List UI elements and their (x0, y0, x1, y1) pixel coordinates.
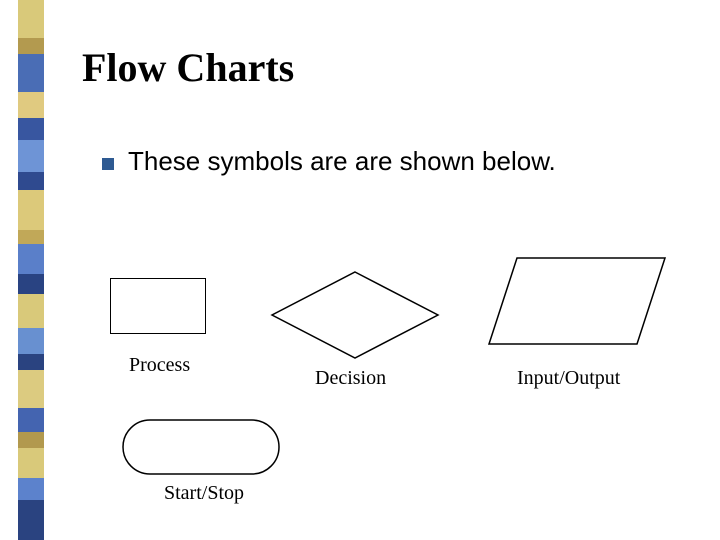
sidebar-block (18, 294, 44, 328)
startstop-label: Start/Stop (164, 482, 244, 505)
body-text: These symbols are are shown below. (128, 146, 556, 177)
io-parallelogram-shape (487, 256, 667, 346)
decision-label: Decision (315, 367, 386, 390)
decorative-sidebar (18, 0, 44, 540)
sidebar-block (18, 190, 44, 230)
sidebar-block (18, 92, 44, 118)
bullet-square-icon (102, 158, 114, 170)
sidebar-block (18, 230, 44, 244)
sidebar-block (18, 478, 44, 500)
decision-diamond-shape (270, 270, 440, 360)
terminator-shape (121, 418, 281, 476)
page-title: Flow Charts (82, 44, 294, 91)
sidebar-block (18, 370, 44, 408)
sidebar-block (18, 118, 44, 140)
sidebar-block (18, 408, 44, 432)
sidebar-block (18, 38, 44, 54)
sidebar-block (18, 448, 44, 478)
sidebar-block (18, 244, 44, 274)
process-rectangle-shape (110, 278, 206, 334)
sidebar-block (18, 54, 44, 92)
sidebar-block (18, 172, 44, 190)
sidebar-block (18, 500, 44, 540)
sidebar-block (18, 140, 44, 172)
sidebar-block (18, 0, 44, 38)
sidebar-block (18, 274, 44, 294)
io-label: Input/Output (517, 367, 620, 390)
process-label: Process (129, 354, 190, 377)
sidebar-block (18, 354, 44, 370)
sidebar-block (18, 328, 44, 354)
sidebar-block (18, 432, 44, 448)
